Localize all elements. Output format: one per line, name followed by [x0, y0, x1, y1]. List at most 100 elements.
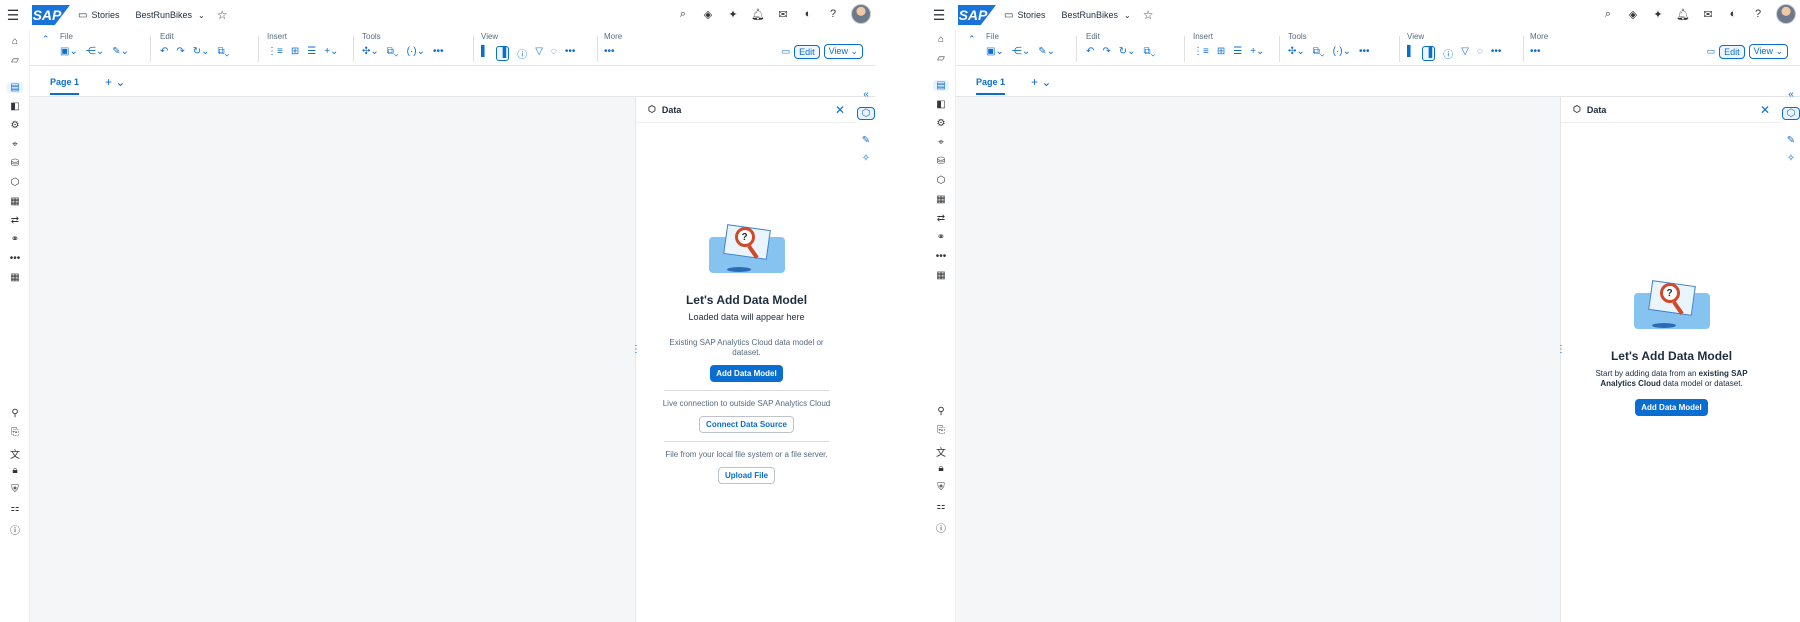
avatar[interactable] [1776, 4, 1796, 24]
info-view-icon[interactable]: ⓘ [1443, 46, 1453, 61]
info-icon[interactable]: ⓘ [0, 522, 30, 537]
home-icon[interactable]: ⌂ [0, 36, 30, 47]
comment-icon[interactable]: ◌ [1477, 46, 1483, 61]
add-data-model-button[interactable]: Add Data Model [710, 365, 783, 382]
tools-paint-icon[interactable]: ✣⌄ [1288, 46, 1305, 57]
security-lock-icon[interactable]: 🔒︎ [0, 465, 30, 476]
undo-icon[interactable]: ↶ [1086, 46, 1094, 57]
calendar-icon[interactable]: ▦ [0, 272, 30, 283]
chart-insert-icon[interactable]: ⋮≡ [267, 46, 283, 57]
digital-boardroom-icon[interactable]: ◧ [926, 99, 956, 110]
data-rail-icon[interactable]: ⬡ [1782, 107, 1800, 120]
formula-icon[interactable]: (·)⌄ [1333, 46, 1351, 57]
save-icon[interactable]: ▣⌄ [986, 46, 1004, 57]
tools-layers-icon[interactable]: ⧉⌄ [1313, 46, 1325, 57]
view-more-icon[interactable]: ••• [1491, 46, 1502, 61]
view-mode-button[interactable]: View ⌄ [1748, 44, 1788, 59]
formula-icon[interactable]: (·)⌄ [407, 46, 425, 57]
left-panel-icon[interactable]: ▌ [481, 46, 488, 61]
comment-icon[interactable]: ◌ [551, 46, 557, 61]
refresh-icon[interactable]: ↻⌄ [193, 46, 210, 57]
stories-link[interactable]: ▭ Stories [1004, 10, 1045, 21]
shield-icon[interactable]: ⛨ [0, 484, 30, 495]
tools-layers-icon[interactable]: ⧉⌄ [387, 46, 399, 57]
data-analyzer-icon[interactable]: ⌖ [926, 137, 956, 148]
digital-boardroom-icon[interactable]: ◧ [0, 101, 30, 112]
tab-page-1[interactable]: Page 1 [50, 77, 80, 95]
avatar[interactable] [851, 4, 871, 24]
datasets-icon[interactable]: ⛁ [0, 158, 30, 169]
filter-insert-icon[interactable]: ☰ [1233, 46, 1242, 57]
connections-icon[interactable]: ⚲ [926, 406, 956, 417]
sap-logo[interactable]: SAP [958, 5, 996, 25]
table-insert-icon[interactable]: ⊞ [1217, 46, 1225, 57]
data-analyzer-icon[interactable]: ⌖ [0, 139, 30, 150]
analytic-app-icon[interactable]: ⚙ [926, 118, 956, 129]
help-icon[interactable]: ? [826, 8, 840, 20]
tools-more-icon[interactable]: ••• [433, 46, 444, 57]
collapse-rail-icon[interactable]: « [1782, 89, 1800, 100]
publish-icon[interactable]: ✎⌄ [112, 46, 129, 57]
story-canvas[interactable] [30, 97, 635, 622]
notification-bell-icon[interactable]: 🔔︎ [751, 8, 765, 21]
table-insert-icon[interactable]: ⊞ [291, 46, 299, 57]
security-lock-icon[interactable]: 🔒︎ [926, 463, 956, 474]
filter-view-icon[interactable]: ▽ [535, 46, 543, 61]
analytic-app-icon[interactable]: ⚙ [0, 120, 30, 131]
styling-rail-icon[interactable]: ✧ [1782, 153, 1800, 164]
add-insert-icon[interactable]: +⌄ [324, 46, 338, 57]
help-icon[interactable]: ? [1751, 8, 1765, 20]
story-canvas[interactable] [956, 97, 1560, 622]
add-page-icon[interactable]: + ⌄ [1031, 75, 1051, 89]
feedback-icon[interactable]: ✉ [1701, 8, 1715, 21]
share-icon[interactable]: ⋲⌄ [1012, 46, 1030, 57]
resize-handle-icon[interactable]: ⋮ [1556, 344, 1566, 355]
deployment-icon[interactable]: ⎘ [926, 425, 956, 436]
notification-bell-icon[interactable]: 🔔︎ [1676, 8, 1690, 21]
collapse-toolbar-icon[interactable]: ⌃ [42, 34, 50, 45]
calendar-icon[interactable]: ▦ [926, 270, 956, 281]
idea-icon[interactable]: ✦ [726, 8, 740, 21]
connections-icon[interactable]: ⚲ [0, 408, 30, 419]
home-icon[interactable]: ⌂ [926, 34, 956, 45]
idea-icon[interactable]: ✦ [1651, 8, 1665, 21]
data-actions-icon[interactable]: ⇄ [926, 213, 956, 224]
data-actions-icon[interactable]: ⇄ [0, 215, 30, 226]
resize-handle-icon[interactable]: ⋮ [631, 344, 641, 355]
refresh-icon[interactable]: ↻⌄ [1119, 46, 1136, 57]
explorer-icon[interactable]: ⚭ [0, 234, 30, 245]
info-view-icon[interactable]: ⓘ [517, 46, 527, 61]
right-panel-icon[interactable]: ▐ [1422, 46, 1436, 61]
add-page-icon[interactable]: + ⌄ [105, 75, 125, 89]
tools-more-icon[interactable]: ••• [1359, 46, 1370, 57]
data-rail-icon[interactable]: ⬡ [857, 107, 875, 120]
copy-icon[interactable]: ⧉⌄ [218, 46, 230, 57]
tab-page-1[interactable]: Page 1 [976, 77, 1006, 95]
save-icon[interactable]: ▣⌄ [60, 46, 78, 57]
chart-insert-icon[interactable]: ⋮≡ [1193, 46, 1209, 57]
connect-data-source-button[interactable]: Connect Data Source [699, 416, 794, 433]
right-panel-icon[interactable]: ▐ [496, 46, 510, 61]
datasets-icon[interactable]: ⛁ [926, 156, 956, 167]
filter-insert-icon[interactable]: ☰ [307, 46, 316, 57]
edit-mode-button[interactable]: Edit [1719, 44, 1745, 59]
device-preview-icon[interactable]: ▭ [782, 46, 791, 57]
view-more-icon[interactable]: ••• [565, 46, 576, 61]
designer-rail-icon[interactable]: ✎ [857, 135, 875, 146]
stories-nav-icon[interactable]: ▤ [933, 80, 949, 91]
copy-icon[interactable]: ⧉⌄ [1144, 46, 1156, 57]
info-icon[interactable]: ⓘ [926, 520, 956, 535]
upload-file-button[interactable]: Upload File [717, 467, 776, 484]
add-insert-icon[interactable]: +⌄ [1250, 46, 1264, 57]
search-icon[interactable]: ⌕ [676, 8, 690, 21]
sap-logo[interactable]: SAP [32, 5, 70, 25]
story-name-menu[interactable]: BestRunBikes ⌄ [135, 10, 204, 20]
feedback-icon[interactable]: ✉ [776, 8, 790, 21]
styling-rail-icon[interactable]: ✧ [857, 153, 875, 164]
more-nav-icon[interactable]: ••• [0, 253, 30, 264]
view-mode-button[interactable]: View ⌄ [823, 44, 863, 59]
shield-icon[interactable]: ⛨ [926, 482, 956, 493]
designer-rail-icon[interactable]: ✎ [1782, 135, 1800, 146]
edit-mode-button[interactable]: Edit [794, 44, 820, 59]
system-icon[interactable]: ⚏ [926, 501, 956, 512]
